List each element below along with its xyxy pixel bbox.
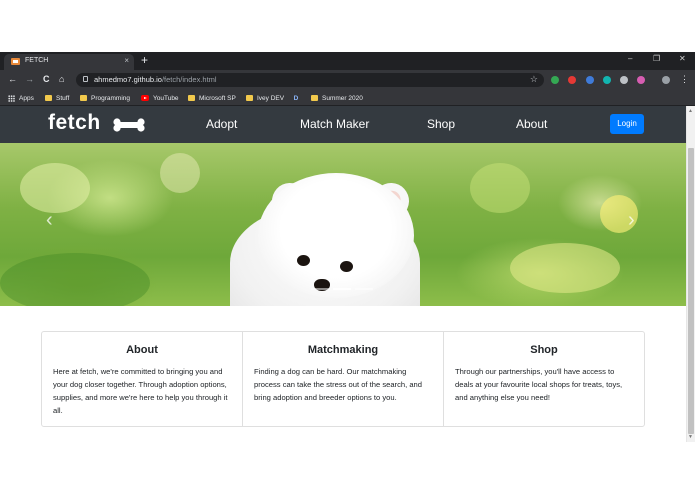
card-title: Matchmaking (307, 344, 379, 356)
extension-icon-6[interactable] (637, 76, 645, 84)
extension-icon-4[interactable] (603, 76, 611, 84)
address-toolbar: ← → C ⌂ ahmedmo7.github.io/fetch/index.h… (0, 70, 695, 90)
bokeh-shade (0, 253, 150, 306)
bookmark-d[interactable]: D (292, 93, 300, 103)
feature-card-group: About Here at fetch, we're committed to … (41, 331, 645, 427)
url-path: /fetch/index.html (161, 75, 217, 84)
nav-about[interactable]: About (516, 117, 547, 131)
carousel-indicator[interactable] (355, 288, 373, 290)
folder-icon (45, 95, 52, 101)
folder-icon (80, 95, 87, 101)
tab-title: FETCH (25, 57, 49, 64)
home-button[interactable]: ⌂ (59, 74, 64, 84)
bokeh-light (510, 243, 620, 293)
bookmark-label: Stuff (56, 94, 70, 102)
extension-icon-5[interactable] (620, 76, 628, 84)
d-icon: D (293, 94, 299, 102)
fetch-logo[interactable]: fetch (48, 111, 101, 135)
chrome-menu-icon[interactable]: ⋮ (680, 74, 689, 85)
apps-grid-icon (8, 94, 15, 102)
minimize-button[interactable]: – (628, 54, 632, 63)
nav-adopt[interactable]: Adopt (206, 117, 237, 131)
bookmark-label: YouTube (153, 94, 179, 102)
bookmark-label: Apps (19, 94, 34, 102)
bookmark-star-icon[interactable]: ☆ (530, 74, 538, 85)
folder-icon (311, 95, 318, 101)
puppy-eye-left (297, 255, 310, 266)
url-text[interactable]: ahmedmo7.github.io/fetch/index.html (94, 75, 217, 84)
bokeh-light (470, 163, 530, 213)
bone-icon (113, 118, 145, 132)
bokeh-light (160, 153, 200, 193)
restore-button[interactable]: ❐ (653, 54, 660, 63)
profile-avatar[interactable] (662, 76, 670, 84)
bokeh-light (20, 163, 90, 213)
card-title: Shop (530, 344, 558, 356)
nav-match-maker[interactable]: Match Maker (300, 117, 369, 131)
folder-icon (246, 95, 253, 101)
extension-icon-1[interactable] (551, 76, 559, 84)
card-matchmaking: Matchmaking Finding a dog can be hard. O… (243, 332, 444, 426)
fetch-favicon-icon (11, 58, 20, 65)
bookmark-programming[interactable]: Programming (80, 93, 130, 103)
bookmark-stuff[interactable]: Stuff (45, 93, 69, 103)
carousel-indicators (311, 288, 373, 290)
card-text: Through our partnerships, you'll have ac… (455, 367, 623, 402)
youtube-icon (141, 95, 149, 101)
address-bar[interactable]: ahmedmo7.github.io/fetch/index.html ☆ (76, 73, 544, 87)
reload-button[interactable]: C (43, 74, 50, 84)
webpage: fetch Adopt Match Maker Shop About Login (0, 106, 686, 442)
bookmark-summer-2020[interactable]: Summer 2020 (311, 93, 363, 103)
new-tab-button[interactable]: + (141, 53, 148, 67)
close-window-button[interactable]: ✕ (679, 54, 686, 63)
site-navbar: fetch Adopt Match Maker Shop About Login (0, 106, 686, 143)
bookmark-microsoft-sp[interactable]: Microsoft SP (188, 93, 236, 103)
card-title: About (126, 344, 158, 356)
lock-icon (83, 76, 88, 82)
bookmark-apps[interactable]: Apps (8, 93, 34, 103)
bookmark-label: Ivey DEV (257, 94, 285, 102)
extension-icon-2[interactable] (568, 76, 576, 84)
extension-icon-3[interactable] (586, 76, 594, 84)
hero-carousel: ‹ › (0, 143, 686, 306)
card-text: Here at fetch, we're committed to bringi… (53, 367, 228, 415)
card-about: About Here at fetch, we're committed to … (42, 332, 243, 426)
url-host: ahmedmo7.github.io (94, 75, 162, 84)
folder-icon (188, 95, 195, 101)
scroll-thumb[interactable] (688, 148, 694, 434)
bookmarks-bar: Apps Stuff Programming YouTube Microsoft… (0, 90, 695, 106)
bookmark-youtube[interactable]: YouTube (141, 93, 179, 103)
carousel-indicator[interactable] (311, 288, 329, 290)
browser-window: FETCH × + – ❐ ✕ ← → C ⌂ ahmedmo7.github.… (0, 52, 695, 442)
bookmark-ivey-dev[interactable]: Ivey DEV (246, 93, 284, 103)
scroll-down-icon[interactable]: ▼ (688, 434, 693, 440)
carousel-indicator[interactable] (333, 288, 351, 290)
page-scrollbar[interactable]: ▲ ▼ (686, 106, 695, 442)
carousel-next-icon[interactable]: › (628, 209, 635, 232)
bookmark-label: Microsoft SP (199, 94, 236, 102)
screen: FETCH × + – ❐ ✕ ← → C ⌂ ahmedmo7.github.… (0, 0, 695, 494)
tab-fetch[interactable]: FETCH × (4, 54, 134, 70)
card-text: Finding a dog can be hard. Our matchmaki… (254, 367, 423, 402)
tab-strip: FETCH × + – ❐ ✕ (0, 52, 695, 70)
back-button[interactable]: ← (8, 74, 17, 84)
puppy-head (258, 173, 414, 298)
bookmark-label: Summer 2020 (322, 94, 363, 102)
tab-close-icon[interactable]: × (124, 56, 129, 65)
login-button[interactable]: Login (610, 114, 644, 134)
forward-button[interactable]: → (25, 74, 34, 84)
card-shop: Shop Through our partnerships, you'll ha… (444, 332, 644, 426)
bookmark-label: Programming (91, 94, 131, 102)
nav-shop[interactable]: Shop (427, 117, 455, 131)
carousel-prev-icon[interactable]: ‹ (46, 209, 53, 232)
puppy-eye-right (340, 261, 353, 272)
scroll-up-icon[interactable]: ▲ (688, 108, 693, 114)
